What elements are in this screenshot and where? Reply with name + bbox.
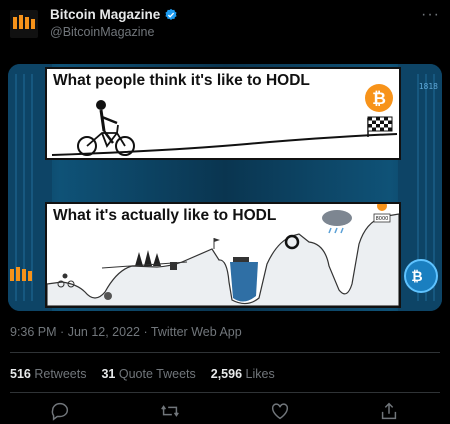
bottom-meme-panel: What it's actually like to HODL 8000 [45, 202, 401, 308]
meta-separator-2: · [143, 325, 148, 339]
name-row: Bitcoin Magazine [50, 7, 178, 22]
more-icon[interactable]: ··· [421, 6, 440, 24]
likes-count: 2,596 [210, 367, 243, 381]
display-name[interactable]: Bitcoin Magazine [50, 7, 160, 22]
reply-icon[interactable] [49, 400, 71, 422]
like-icon[interactable] [269, 400, 291, 422]
quote-tweets-stat[interactable]: 31 Quote Tweets [101, 367, 195, 381]
retweet-icon[interactable] [159, 400, 181, 422]
bottom-sign-text: 8000 [376, 216, 389, 222]
divider-bottom [10, 392, 440, 393]
retweets-label: Retweets [34, 367, 87, 381]
right-bitcoin-symbol: ₿ [411, 268, 423, 284]
top-meme-panel: What people think it's like to HODL ₿ [45, 67, 401, 160]
quote-label: Quote Tweets [118, 367, 196, 381]
retweets-count: 516 [10, 367, 31, 381]
tweet-stats: 516 Retweets 31 Quote Tweets 2,596 Likes [10, 367, 275, 381]
likes-stat[interactable]: 2,596 Likes [211, 367, 275, 381]
top-bitcoin-symbol: ₿ [372, 89, 386, 109]
likes-label: Likes [245, 367, 275, 381]
divider-top [10, 352, 440, 353]
meta-separator: · [60, 325, 65, 339]
avatar[interactable] [10, 10, 38, 38]
retweets-stat[interactable]: 516 Retweets [10, 367, 86, 381]
share-icon[interactable] [378, 400, 400, 422]
tweet-source[interactable]: Twitter Web App [151, 325, 242, 339]
quote-count: 31 [101, 367, 116, 381]
tweet-date[interactable]: Jun 12, 2022 [68, 325, 140, 339]
bitcoin-magazine-logo-icon [13, 15, 35, 31]
handle[interactable]: @BitcoinMagazine [50, 25, 154, 39]
tweet-actions [0, 400, 450, 422]
tweet-media-image[interactable]: 1818 ₿ What people think it's like to HO… [8, 64, 442, 311]
tweet-time[interactable]: 9:36 PM [10, 325, 57, 339]
verified-badge-icon [165, 8, 177, 20]
bottom-panel-illustration: 8000 [47, 204, 399, 306]
tweet-header: Bitcoin Magazine @BitcoinMagazine ··· [0, 0, 450, 60]
top-panel-illustration: ₿ [51, 84, 398, 156]
tweet-meta: 9:36 PM · Jun 12, 2022 · Twitter Web App [10, 325, 242, 339]
right-side-text: 1818 [418, 82, 438, 91]
